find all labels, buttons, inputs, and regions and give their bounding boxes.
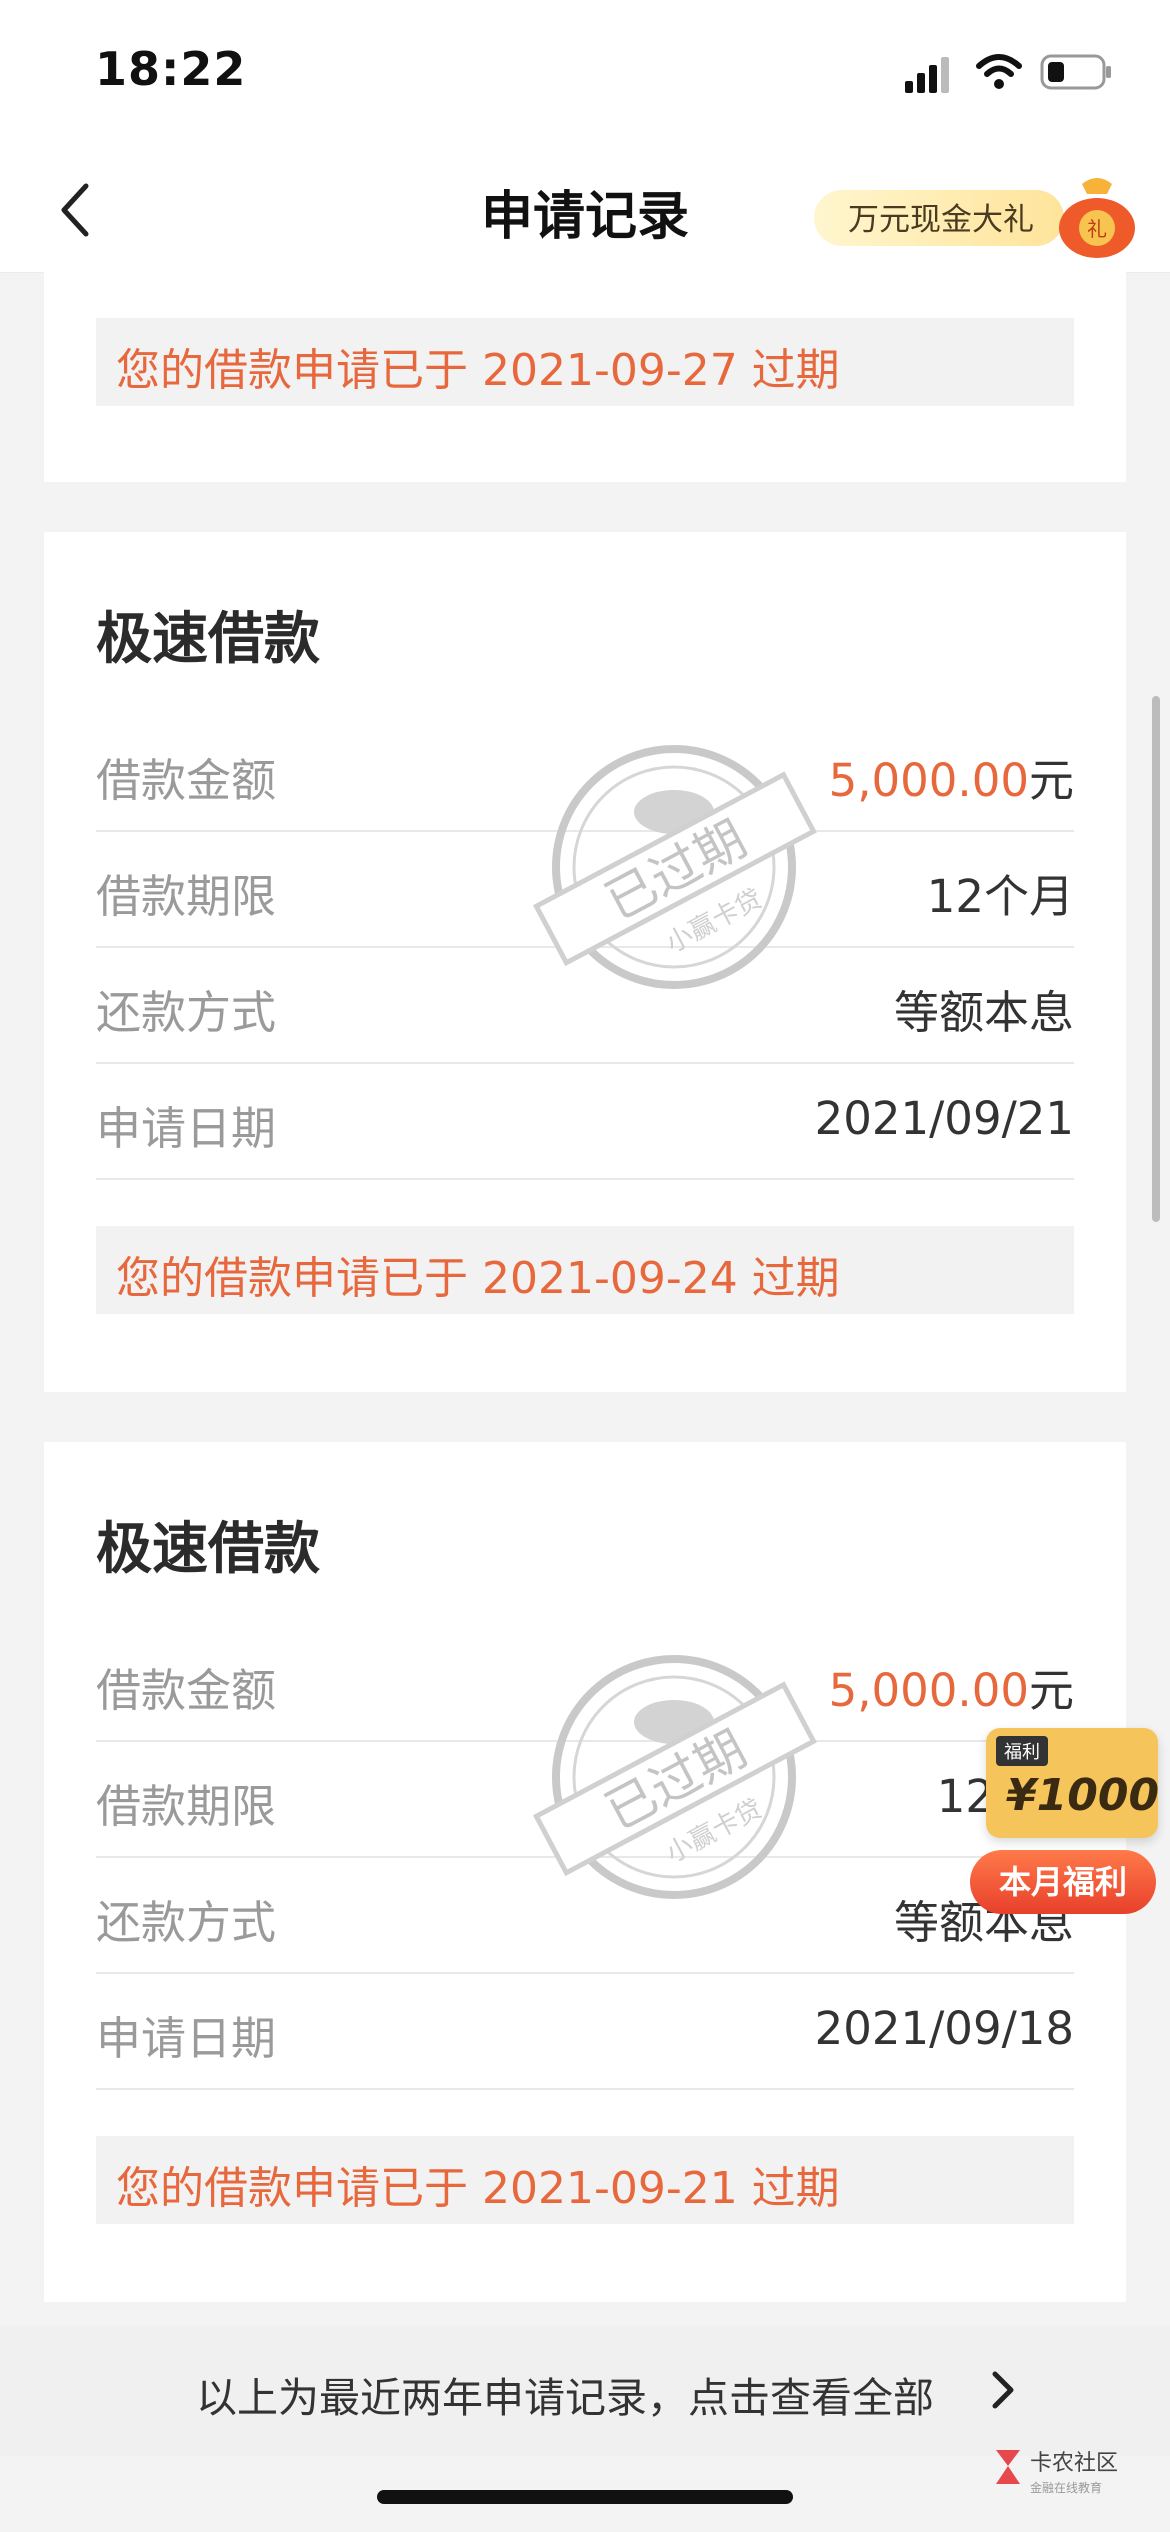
view-all-footer[interactable]: 以上为最近两年申请记录，点击查看全部 — [0, 2326, 1170, 2456]
bonus-coupon: 福利 ¥1000 — [986, 1728, 1160, 1838]
record-card: 您的借款申请已于 2021-09-27 过期 — [44, 272, 1126, 482]
bonus-amount: ¥1000 — [1006, 1770, 1160, 1821]
row-label: 还款方式 — [96, 1896, 277, 1949]
repayment-method-row: 还款方式 等额本息 — [96, 946, 1074, 1064]
loan-type-title: 极速借款 — [96, 1517, 320, 1582]
monthly-bonus-widget[interactable]: 福利 ¥1000 本月福利 — [970, 1700, 1170, 1930]
row-value: 12个月 — [926, 870, 1074, 923]
status-bar: 18:22 — [0, 0, 1170, 150]
loan-amount-row: 借款金额 5,000.00元 — [96, 1624, 1074, 1742]
row-label: 借款期限 — [96, 1780, 277, 1833]
promo-label: 万元现金大礼 — [848, 202, 1034, 238]
expired-note-box: 您的借款申请已于 2021-09-21 过期 — [96, 2136, 1074, 2224]
scrollbar[interactable] — [1152, 696, 1160, 1222]
view-all-text: 以上为最近两年申请记录，点击查看全部 — [196, 2374, 934, 2422]
amount-unit: 元 — [1028, 754, 1074, 807]
loan-term-row: 借款期限 12 — [96, 1740, 1074, 1858]
expired-note: 您的借款申请已于 2021-09-24 过期 — [116, 1253, 840, 1304]
row-label: 申请日期 — [96, 1102, 277, 1155]
row-label: 申请日期 — [96, 2012, 277, 2065]
watermark-text: 卡农社区 — [1030, 2451, 1118, 2476]
apply-date-row: 申请日期 2021/09/18 — [96, 1972, 1074, 2090]
row-label: 还款方式 — [96, 986, 277, 1039]
row-value: 2021/09/18 — [814, 2002, 1074, 2055]
row-value: 等额本息 — [893, 986, 1074, 1039]
expired-note-box: 您的借款申请已于 2021-09-24 过期 — [96, 1226, 1074, 1314]
loan-amount: 5,000.00 — [828, 754, 1029, 807]
expired-note: 您的借款申请已于 2021-09-27 过期 — [116, 345, 840, 396]
chevron-right-icon — [992, 2371, 1014, 2409]
expired-note-box: 您的借款申请已于 2021-09-27 过期 — [96, 318, 1074, 406]
record-card[interactable]: 极速借款 借款金额 5,000.00元 借款期限 12 还款方式 等额本息 申请… — [44, 1442, 1126, 2302]
monthly-bonus-button[interactable]: 本月福利 — [970, 1850, 1156, 1914]
watermark-subtext: 金融在线教育 — [1030, 2480, 1102, 2495]
loan-amount-row: 借款金额 5,000.00元 — [96, 714, 1074, 832]
cellular-signal-icon — [905, 57, 949, 93]
row-value: 5,000.00元 — [829, 744, 1074, 809]
loan-term-row: 借款期限 12个月 — [96, 830, 1074, 948]
row-value: 2021/09/21 — [814, 1092, 1074, 1145]
record-card[interactable]: 极速借款 借款金额 5,000.00元 借款期限 12个月 还款方式 等额本息 … — [44, 532, 1126, 1392]
row-label: 借款金额 — [96, 1664, 277, 1717]
bonus-tag: 福利 — [996, 1736, 1048, 1766]
repayment-method-row: 还款方式 等额本息 — [96, 1856, 1074, 1974]
row-label: 借款金额 — [96, 754, 277, 807]
wifi-icon — [976, 54, 1022, 89]
row-label: 借款期限 — [96, 870, 277, 923]
promo-banner[interactable]: 万元现金大礼 礼 — [814, 178, 1144, 258]
loan-type-title: 极速借款 — [96, 607, 320, 672]
apply-date-row: 申请日期 2021/09/21 — [96, 1062, 1074, 1180]
gift-bag-icon: 礼 — [1059, 178, 1135, 258]
expired-note: 您的借款申请已于 2021-09-21 过期 — [116, 2163, 840, 2214]
gift-bag-char: 礼 — [1087, 217, 1107, 241]
home-indicator[interactable] — [377, 2490, 793, 2504]
battery-icon — [1040, 54, 1111, 90]
status-time: 18:22 — [95, 42, 247, 96]
nav-bar: 申请记录 万元现金大礼 礼 — [0, 150, 1170, 273]
watermark-logo: 卡农社区 金融在线教育 — [996, 2450, 1118, 2495]
